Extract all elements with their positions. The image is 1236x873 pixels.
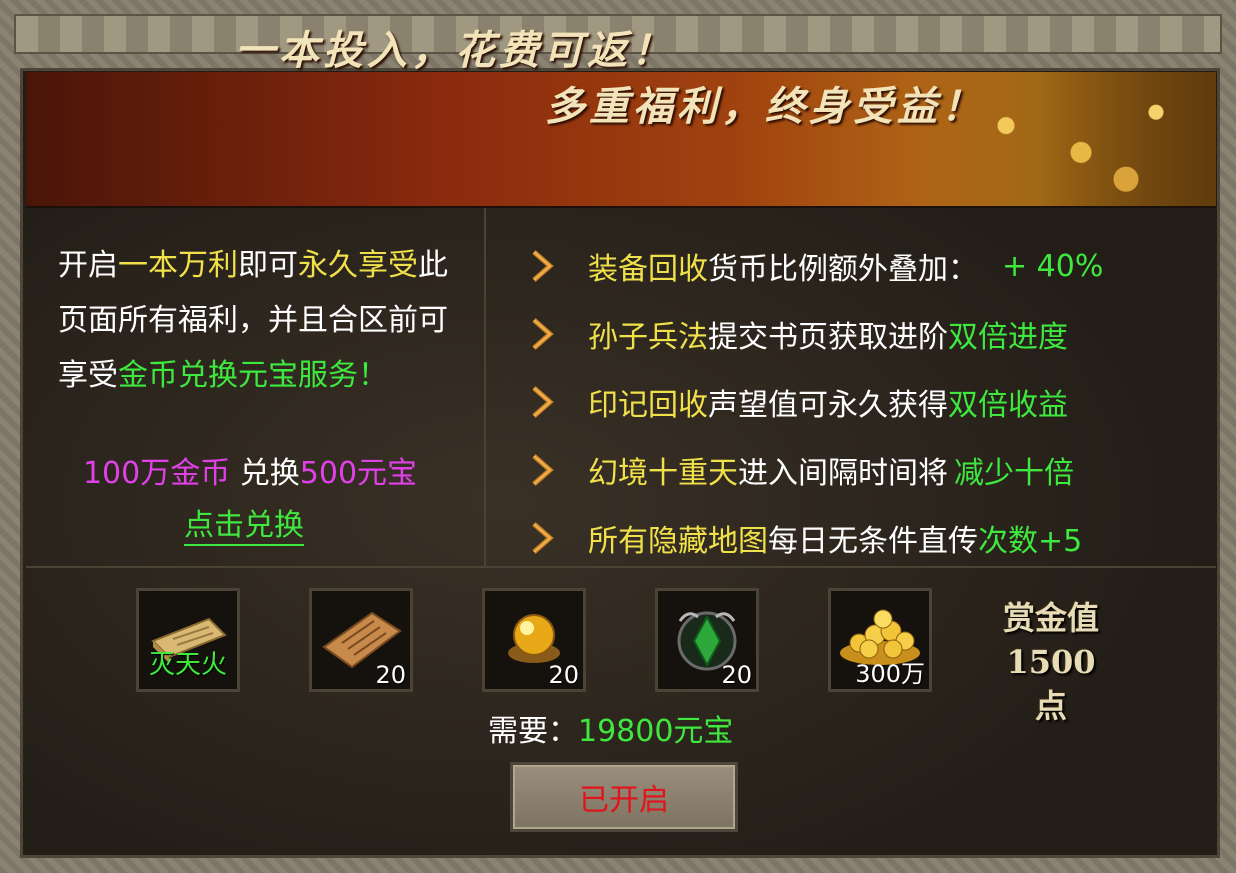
- benefit-value: 减少十倍: [954, 456, 1074, 491]
- bounty-label: 赏金值: [1002, 599, 1099, 637]
- benefit-highlight: 装备回收: [588, 252, 708, 287]
- desc-highlight-plan: 一本万利: [118, 248, 238, 283]
- item-count: 20: [548, 661, 579, 689]
- benefit-value: + 40%: [1002, 248, 1104, 284]
- banner-title-line1: 一本投入，花费可返！: [235, 27, 675, 74]
- bounty-value-badge: 赏金值 1500点: [992, 596, 1110, 728]
- benefit-item: 装备回收 货币比例额外叠加： + 40%: [530, 232, 1210, 300]
- chevron-right-icon: [530, 317, 558, 351]
- item-count: 300万: [855, 660, 925, 688]
- exchange-from: 100万金币: [82, 456, 231, 491]
- benefit-highlight: 印记回收: [588, 388, 708, 423]
- benefit-text: 货币比例额外叠加：: [708, 252, 978, 287]
- chevron-right-icon: [530, 521, 558, 555]
- desc-text: ！: [358, 358, 388, 393]
- banner-title-line2: 多重福利，终身受益！: [545, 83, 985, 130]
- item-slot-1[interactable]: 灭天火: [136, 588, 240, 692]
- privilege-description: 开启一本万利即可永久享受此页面所有福利，并且合区前可享受金币兑换元宝服务！: [58, 238, 458, 403]
- item-slot-2[interactable]: 20: [309, 588, 413, 692]
- item-slot-3[interactable]: 20: [482, 588, 586, 692]
- desc-highlight-exchange: 金币兑换元宝服务: [118, 358, 358, 393]
- benefit-item: 印记回收 声望值可永久获得 双倍收益: [530, 368, 1210, 436]
- cost-value: 19800元宝: [578, 714, 734, 749]
- cost-label: 需要：: [488, 714, 578, 749]
- activated-button[interactable]: 已开启: [510, 762, 738, 832]
- benefit-text: 每日无条件直传: [768, 524, 978, 559]
- exchange-to: 500元宝: [299, 456, 418, 491]
- benefit-text: 声望值可永久获得: [708, 388, 948, 423]
- exchange-rate: 100万金币 兑换500元宝: [70, 448, 430, 492]
- benefit-item: 所有隐藏地图 每日无条件直传 次数+5: [530, 504, 1210, 572]
- chevron-right-icon: [530, 453, 558, 487]
- benefits-list: 装备回收 货币比例额外叠加： + 40% 孙子兵法 提交书页获取进阶 双倍进度 印记回…: [530, 232, 1210, 572]
- desc-text: 即可: [238, 248, 298, 283]
- click-exchange-link[interactable]: 点击兑换: [184, 500, 304, 546]
- item-slot-5[interactable]: 300万: [828, 588, 932, 692]
- benefit-value: 双倍收益: [948, 388, 1068, 423]
- item-name: 灭天火: [148, 650, 227, 680]
- chevron-right-icon: [530, 249, 558, 283]
- bounty-points: 1500点: [1006, 643, 1096, 725]
- benefit-text: 进入间隔时间将: [738, 456, 948, 491]
- item-count: 20: [721, 661, 752, 689]
- benefit-text: 提交书页获取进阶: [708, 320, 948, 355]
- chevron-right-icon: [530, 385, 558, 419]
- benefit-value: 次数+5: [978, 524, 1083, 559]
- item-slot-4[interactable]: 20: [655, 588, 759, 692]
- benefit-highlight: 幻境十重天: [588, 456, 738, 491]
- benefit-value: 双倍进度: [948, 320, 1068, 355]
- benefit-highlight: 所有隐藏地图: [588, 524, 768, 559]
- item-count: 20: [375, 661, 406, 689]
- benefit-highlight: 孙子兵法: [588, 320, 708, 355]
- desc-text: 开启: [58, 248, 118, 283]
- benefit-item: 孙子兵法 提交书页获取进阶 双倍进度: [530, 300, 1210, 368]
- cost-requirement: 需要：19800元宝: [488, 706, 733, 750]
- desc-highlight-permanent: 永久享受: [298, 248, 418, 283]
- exchange-verb: 兑换: [230, 456, 300, 491]
- benefit-item: 幻境十重天 进入间隔时间将 减少十倍: [530, 436, 1210, 504]
- vertical-divider: [484, 208, 486, 568]
